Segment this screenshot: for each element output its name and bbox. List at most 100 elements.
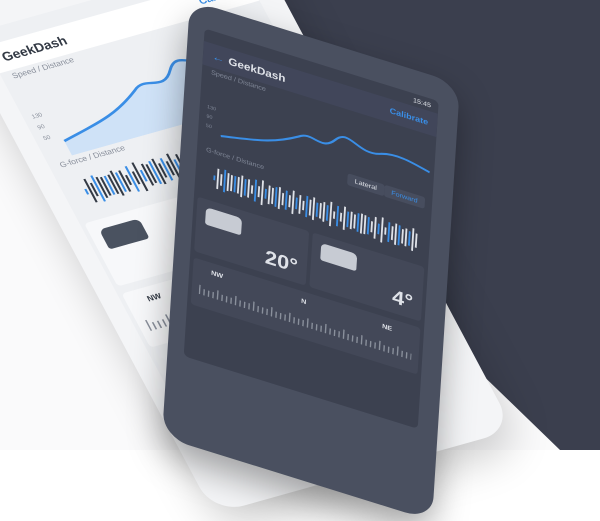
gforce-bar	[356, 213, 360, 233]
compass-tick	[360, 334, 363, 345]
car-side-icon	[320, 242, 358, 272]
compass-tick	[383, 345, 385, 352]
gforce-bar	[359, 213, 363, 234]
compass-tick	[284, 314, 286, 321]
compass-nw: NW	[210, 269, 224, 280]
gforce-bar	[377, 223, 380, 235]
gforce-bar	[277, 186, 281, 210]
gforce-bar	[284, 190, 288, 210]
gforce-bar	[370, 221, 373, 233]
screen-dark: 15:45 ← GeekDash Calibrate Speed / Dista…	[183, 28, 439, 429]
compass-tick	[156, 320, 163, 329]
tick-label: 130	[31, 111, 45, 120]
compass-tick	[216, 290, 219, 300]
tick-label: 50	[42, 134, 52, 142]
gforce-bar	[346, 211, 350, 228]
compass-tick	[203, 289, 205, 296]
gforce-bar	[380, 217, 384, 243]
gforce-bar	[373, 216, 377, 239]
compass-tick	[230, 297, 232, 305]
gforce-bar	[315, 202, 319, 218]
compass-tick	[239, 300, 241, 307]
compass-tick	[329, 328, 331, 335]
gforce-bar	[308, 199, 312, 216]
gforce-bar	[274, 186, 278, 208]
gforce-bar	[394, 223, 398, 246]
gforce-bar	[288, 194, 291, 208]
gforce-bar	[131, 162, 149, 192]
compass-tick	[320, 325, 322, 333]
compass-tick	[306, 318, 309, 328]
gforce-bar	[390, 226, 394, 241]
gforce-bar	[311, 197, 316, 221]
gforce-bar	[233, 175, 237, 193]
compass-tick	[225, 296, 228, 303]
gforce-bar	[353, 214, 356, 229]
gforce-bar	[295, 197, 298, 210]
compass-tick	[288, 312, 291, 323]
phone-dark: 15:45 ← GeekDash Calibrate Speed / Dista…	[162, 0, 460, 521]
compass-tick	[252, 301, 255, 312]
tick-label: 90	[206, 114, 212, 121]
compass-tick	[234, 295, 237, 306]
tick-label: 50	[206, 123, 212, 130]
gforce-bar	[243, 178, 247, 196]
compass-tick	[297, 318, 300, 326]
gforce-bar	[84, 188, 90, 195]
gforce-bar	[404, 228, 408, 247]
gforce-bar	[236, 176, 240, 194]
gforce-bar	[401, 228, 404, 244]
gforce-bar	[253, 179, 258, 202]
tick-label: 130	[207, 104, 216, 112]
compass-tick	[275, 311, 277, 319]
compass-tick	[270, 306, 273, 317]
nav-back-button[interactable]: ◁	[217, 393, 226, 407]
compass-tick	[351, 335, 354, 342]
gforce-bar	[291, 190, 295, 215]
compass-n: N	[300, 297, 307, 306]
compass-tick	[279, 312, 282, 320]
gforce-bar	[339, 212, 343, 222]
compass-tick	[151, 321, 158, 330]
gforce-bar	[332, 211, 336, 220]
back-arrow-icon[interactable]: ←	[212, 49, 229, 67]
gforce-bar	[329, 201, 333, 227]
compass-tick	[342, 329, 345, 340]
gforce-bar	[257, 185, 261, 198]
compass-tick	[324, 323, 327, 334]
compass-tick	[347, 333, 349, 341]
gforce-bar	[298, 194, 302, 215]
car-front-tilt-icon	[205, 207, 243, 236]
gforce-bar	[407, 231, 411, 246]
gforce-bar	[281, 192, 285, 206]
gforce-bar	[219, 173, 223, 186]
tick-label: 90	[36, 123, 46, 131]
compass-tick	[212, 291, 214, 299]
gforce-bar	[264, 188, 267, 199]
gforce-bar	[271, 187, 274, 205]
gforce-bar	[226, 172, 230, 192]
pitch-value: 4°	[391, 285, 414, 314]
compass-tick	[338, 331, 340, 338]
compass-tick	[243, 301, 246, 309]
compass-tick	[374, 342, 376, 349]
compass-tick	[144, 319, 153, 331]
compass-tick	[266, 308, 268, 316]
compass-tick	[293, 317, 295, 324]
compass-tick	[401, 350, 403, 358]
gforce-bar	[414, 233, 418, 248]
compass-tick	[302, 319, 304, 327]
gforce-bar	[322, 201, 326, 222]
nav-bar: ◁ ○ □	[184, 372, 417, 429]
compass-tick	[257, 305, 259, 313]
compass-tick	[392, 347, 394, 355]
gforce-bar	[223, 169, 227, 193]
gforce-bar	[267, 185, 271, 205]
gforce-bar	[230, 174, 233, 192]
gforce-bar	[216, 168, 220, 190]
gforce-bar	[250, 185, 254, 194]
gforce-bar	[384, 227, 387, 235]
gforce-bar	[305, 195, 309, 218]
nav-home-button[interactable]: ○	[296, 417, 303, 428]
gforce-bar	[260, 180, 264, 206]
